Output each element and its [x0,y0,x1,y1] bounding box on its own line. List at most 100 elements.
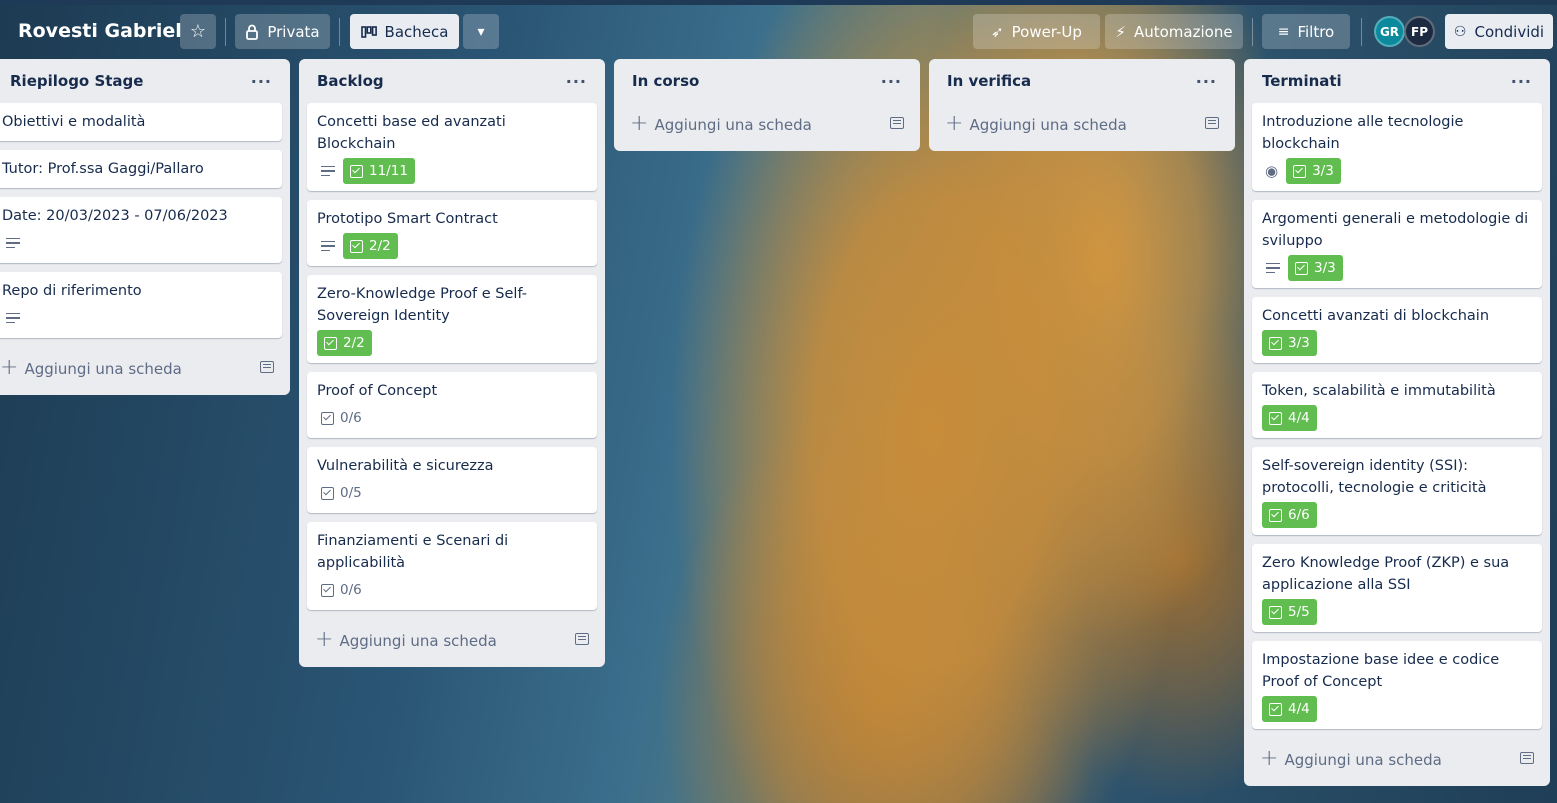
checklist-badge: 3/3 [1288,255,1343,281]
checkbox-icon [1293,164,1307,178]
checklist-count: 3/3 [1288,335,1310,351]
list-title[interactable]: Riepilogo Stage [10,72,143,90]
add-card-button[interactable]: + Aggiungi una scheda [307,619,597,659]
checkbox-icon [321,411,334,425]
list-title[interactable]: Backlog [317,72,384,90]
star-button[interactable]: ☆ [180,14,216,49]
card-title: Zero-Knowledge Proof e Self-Sovereign Id… [317,286,528,324]
filter-button[interactable]: ≡ Filtro [1262,14,1350,49]
add-card-button[interactable]: + Aggiungi una scheda [0,347,282,387]
card-title: Prototipo Smart Contract [317,211,498,227]
more-icon[interactable]: ··· [1511,72,1532,91]
card[interactable]: Repo di riferimento [0,272,282,338]
card-title: Tutor: Prof.ssa Gaggi/Pallaro [2,161,204,177]
card[interactable]: Concetti base ed avanzati Blockchain 11/… [307,103,597,191]
template-icon[interactable] [1520,752,1534,764]
checklist-count: 2/2 [343,335,365,351]
more-icon[interactable]: ··· [251,72,272,91]
chevron-down-icon: ▾ [477,23,485,40]
plus-icon: + [315,626,334,652]
card[interactable]: Tutor: Prof.ssa Gaggi/Pallaro [0,150,282,188]
add-card-button[interactable]: + Aggiungi una scheda [622,103,912,143]
more-icon[interactable]: ··· [566,72,587,91]
card-title: Date: 20/03/2023 - 07/06/2023 [2,208,228,224]
card[interactable]: Obiettivi e modalità [0,103,282,141]
checkbox-icon [321,583,334,597]
add-card-button[interactable]: + Aggiungi una scheda [1252,738,1542,778]
avatar[interactable]: FP [1404,16,1435,47]
share-button[interactable]: ⚇ Condividi [1445,14,1553,49]
card[interactable]: Proof of Concept 0/6 [307,372,597,438]
template-icon[interactable] [260,361,274,373]
checklist-badge: 3/3 [1262,330,1317,356]
eye-icon: ◉ [1265,162,1279,180]
checkbox-icon [1295,261,1308,275]
checkbox-icon [324,336,337,350]
lightning-icon: ⚡ [1115,22,1126,41]
more-icon[interactable]: ··· [881,72,902,91]
checklist-badge: 11/11 [343,158,415,184]
card[interactable]: Self-sovereign identity (SSI): protocoll… [1252,447,1542,535]
powerup-label: Power-Up [1011,22,1082,41]
checklist-count: 0/6 [340,410,362,426]
card[interactable]: Finanziamenti e Scenari di applicabilità… [307,522,597,610]
card[interactable]: Zero-Knowledge Proof e Self-Sovereign Id… [307,275,597,363]
checklist-count: 0/5 [340,485,362,501]
card[interactable]: Token, scalabilità e immutabilità 4/4 [1252,372,1542,438]
add-card-label: Aggiungi una scheda [654,115,812,134]
view-switcher-button[interactable]: Bacheca [350,14,459,49]
checklist-badge: 6/6 [1262,502,1317,528]
checkbox-icon [1269,336,1282,350]
card[interactable]: Zero Knowledge Proof (ZKP) e sua applica… [1252,544,1542,632]
checklist-count: 0/6 [340,582,362,598]
card-title: Zero Knowledge Proof (ZKP) e sua applica… [1262,555,1510,593]
automation-button[interactable]: ⚡ Automazione [1105,14,1243,49]
card[interactable]: Argomenti generali e metodologie di svil… [1252,200,1542,288]
checklist-badge: 4/4 [1262,696,1317,722]
checklist-count: 3/3 [1314,260,1336,276]
card-title: Self-sovereign identity (SSI): protocoll… [1262,458,1487,496]
more-icon[interactable]: ··· [1196,72,1217,91]
card-title: Impostazione base idee e codice Proof of… [1262,652,1500,690]
view-dropdown-button[interactable]: ▾ [463,14,499,49]
list-riepilogo-stage: Riepilogo Stage ··· Obiettivi e modalità… [0,59,290,395]
automation-label: Automazione [1133,22,1233,41]
checklist-count: 6/6 [1288,507,1310,523]
card[interactable]: Impostazione base idee e codice Proof of… [1252,641,1542,729]
list-title[interactable]: Terminati [1262,72,1342,90]
add-person-icon: ⚇ [1453,23,1467,40]
card[interactable]: Concetti avanzati di blockchain 3/3 [1252,297,1542,363]
checklist-count: 3/3 [1312,163,1334,179]
visibility-button[interactable]: Privata [235,14,330,49]
add-card-label: Aggiungi una scheda [24,359,182,378]
list-title[interactable]: In corso [632,72,699,90]
list-title[interactable]: In verifica [947,72,1031,90]
template-icon[interactable] [575,633,589,645]
description-icon [321,165,335,177]
card[interactable]: Introduzione alle tecnologie blockchain … [1252,103,1542,191]
card[interactable]: Date: 20/03/2023 - 07/06/2023 [0,197,282,263]
card-title: Argomenti generali e metodologie di svil… [1262,211,1529,249]
header-divider [225,18,226,46]
avatar-initials: GR [1379,24,1400,39]
list-backlog: Backlog ··· Concetti base ed avanzati Bl… [299,59,605,667]
checkbox-icon [1269,605,1282,619]
card[interactable]: Vulnerabilità e sicurezza 0/5 [307,447,597,513]
checkbox-icon [1269,508,1282,522]
board-title[interactable]: Rovesti Gabriel [18,20,182,42]
checklist-badge: 3/3 [1286,158,1341,184]
board-view-icon [360,25,377,38]
card[interactable]: Prototipo Smart Contract 2/2 [307,200,597,266]
card-title: Concetti avanzati di blockchain [1262,308,1490,324]
powerup-button[interactable]: ➶ Power-Up [973,14,1100,49]
add-card-button[interactable]: + Aggiungi una scheda [937,103,1227,143]
checklist-badge: 4/4 [1262,405,1317,431]
visibility-label: Privata [267,22,320,41]
lock-icon [246,24,259,40]
header-divider [1252,18,1253,46]
avatar[interactable]: GR [1374,16,1405,47]
template-icon[interactable] [1205,117,1219,129]
checklist-badge: 5/5 [1262,599,1317,625]
template-icon[interactable] [890,117,904,129]
view-label: Bacheca [384,22,449,41]
